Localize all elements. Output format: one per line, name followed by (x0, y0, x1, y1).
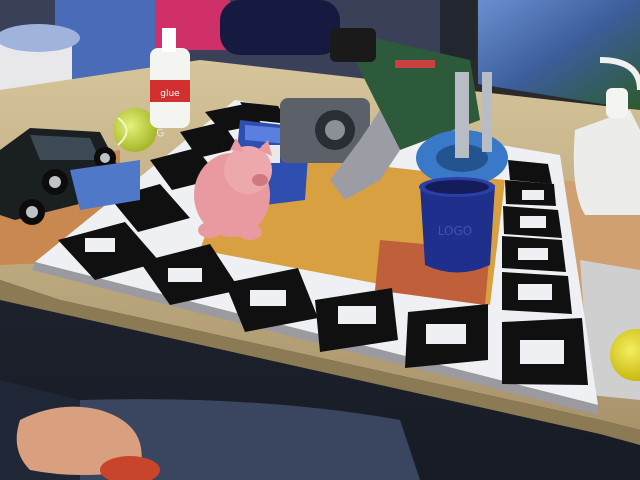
marker-glyph (518, 284, 552, 300)
drill-chuck (330, 28, 376, 62)
marker-glyph (520, 216, 546, 228)
marker-glyph (85, 238, 115, 252)
mug-print: LOGO (438, 224, 472, 238)
marker-glyph (522, 190, 544, 200)
marker-glyph (426, 324, 466, 344)
marker-glyph (250, 290, 286, 306)
glue-label: glue (160, 89, 180, 99)
marker-glyph (518, 248, 548, 260)
blue-mug: LOGO (419, 177, 495, 273)
marker-glyph (168, 268, 202, 282)
desk-photo-scene: SNARING glue (0, 0, 640, 480)
marker-glyph (338, 306, 376, 324)
photo-svg: SNARING glue (0, 0, 640, 480)
marker-glyph (520, 340, 564, 364)
dark-bag (220, 0, 340, 55)
speaker (440, 0, 476, 60)
